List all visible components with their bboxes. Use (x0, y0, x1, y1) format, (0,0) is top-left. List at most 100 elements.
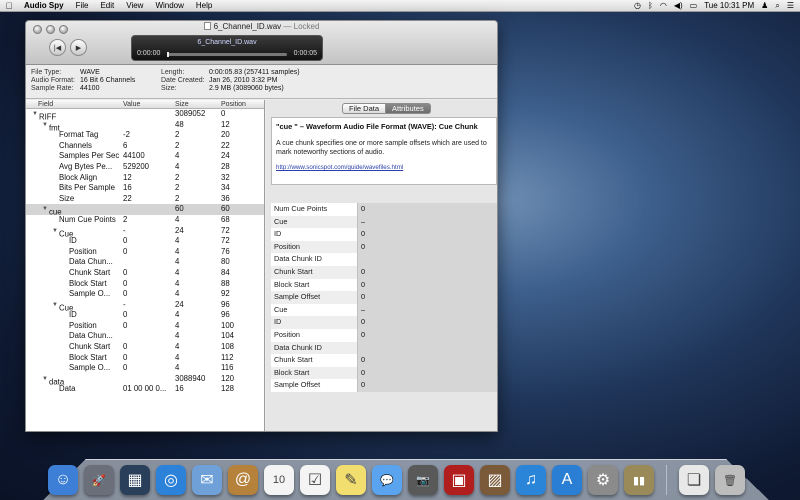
outline-row[interactable]: Data 01 00 00 0... 16 128 (26, 384, 264, 395)
playback-scrubber[interactable] (167, 52, 287, 57)
attribute-name: Position (274, 241, 300, 251)
bluetooth-icon[interactable]: ᛒ (648, 0, 653, 12)
outline-row[interactable]: Num Cue Points 2 4 68 (26, 215, 264, 226)
reminders-icon[interactable]: ☑ (300, 465, 330, 495)
row-field: Position (62, 321, 121, 332)
disclosure-triangle-icon[interactable]: ▼ (42, 204, 49, 215)
safari-icon[interactable]: ◎ (156, 465, 186, 495)
mail-icon[interactable]: ✉ (192, 465, 222, 495)
outline-row[interactable]: Position 0 4 100 (26, 321, 264, 332)
attribute-value: 0 (357, 379, 497, 392)
column-position[interactable]: Position (221, 100, 246, 109)
messages-icon[interactable]: 💬 (372, 465, 402, 495)
outline-row[interactable]: Data Chun... 4 104 (26, 331, 264, 342)
outline-row[interactable]: ID 0 4 72 (26, 236, 264, 247)
outline-row[interactable]: Position 0 4 76 (26, 247, 264, 258)
audio-spy-icon[interactable]: ▮▮ (624, 465, 654, 495)
finder-icon[interactable]: ☺ (48, 465, 78, 495)
menu-file[interactable]: File (70, 1, 95, 10)
trash-icon[interactable]: 🗑 (715, 465, 745, 495)
menu-view[interactable]: View (120, 1, 149, 10)
row-field: ID (62, 236, 121, 247)
row-field: Data Chun... (62, 257, 121, 268)
row-size: 4 (175, 363, 180, 373)
row-field: Sample O... (62, 363, 121, 374)
battery-icon[interactable]: ▭ (690, 0, 698, 12)
attribute-row: Cue – (271, 303, 497, 317)
outline-row[interactable]: ▼Cue -24 96 (26, 300, 264, 313)
documents-stack-icon[interactable]: ❏ (679, 465, 709, 495)
menu-help[interactable]: Help (190, 1, 218, 10)
outline-row[interactable]: ID 0 4 96 (26, 310, 264, 321)
user-icon[interactable]: ♟ (761, 0, 768, 12)
facetime-icon[interactable]: 📷 (408, 465, 438, 495)
row-size: 4 (175, 246, 180, 256)
notes-icon[interactable]: ✎ (336, 465, 366, 495)
row-size: 60 (175, 204, 184, 214)
menu-window[interactable]: Window (149, 1, 189, 10)
outline-row[interactable]: Channels 6 2 22 (26, 141, 264, 152)
outline-row[interactable]: Sample O... 0 4 116 (26, 363, 264, 374)
wifi-icon[interactable]: ◠ (660, 0, 667, 12)
play-button[interactable]: ▶ (70, 39, 87, 56)
spotlight-icon[interactable]: ⌕ (775, 0, 779, 12)
outline-row[interactable]: Size 22 2 36 (26, 194, 264, 205)
outline-row[interactable]: Samples Per Sec 44100 4 24 (26, 151, 264, 162)
outline-row[interactable]: Block Start 0 4 112 (26, 353, 264, 364)
disclosure-triangle-icon[interactable]: ▼ (42, 120, 49, 131)
outline-row[interactable]: Data Chun... 4 80 (26, 257, 264, 268)
row-value: 0 (123, 289, 128, 299)
rewind-button[interactable]: |◀ (49, 39, 66, 56)
disclosure-triangle-icon[interactable]: ▼ (32, 109, 39, 120)
apple-menu-icon[interactable]:  (0, 1, 18, 11)
outline-row[interactable]: Chunk Start 0 4 84 (26, 268, 264, 279)
calendar-icon[interactable]: 10 (264, 465, 294, 495)
disclosure-triangle-icon[interactable]: ▼ (42, 374, 49, 385)
system-preferences-icon[interactable]: ⚙ (588, 465, 618, 495)
outline-row[interactable]: ▼fmt 48 12 (26, 120, 264, 133)
dock-separator (666, 465, 667, 495)
outline-row[interactable]: ▼Cue -24 72 (26, 226, 264, 239)
outline-row[interactable]: Chunk Start 0 4 108 (26, 342, 264, 353)
outline-row[interactable]: Sample O... 0 4 92 (26, 289, 264, 300)
iphoto-icon[interactable]: ▨ (480, 465, 510, 495)
outline-row[interactable]: Block Start 0 4 88 (26, 279, 264, 290)
volume-icon[interactable]: ◀) (674, 0, 683, 12)
disclosure-triangle-icon[interactable]: ▼ (52, 300, 59, 311)
outline-row[interactable]: ▼cue 60 60 (26, 204, 264, 217)
notification-center-icon[interactable]: ☰ (787, 0, 794, 12)
contacts-icon[interactable]: @ (228, 465, 258, 495)
outline-row[interactable]: Bits Per Sample 16 2 34 (26, 183, 264, 194)
playhead[interactable] (167, 52, 169, 57)
row-size: 2 (175, 172, 180, 182)
photo-booth-icon[interactable]: ▣ (444, 465, 474, 495)
outline-row[interactable]: Avg Bytes Pe... 529200 4 28 (26, 162, 264, 173)
column-size[interactable]: Size (175, 100, 189, 109)
attribute-value: 0 (357, 316, 497, 329)
tab-file-data[interactable]: File Data (342, 103, 386, 114)
menu-app-name[interactable]: Audio Spy (18, 1, 70, 10)
row-size: 16 (175, 384, 184, 394)
tab-attributes[interactable]: Attributes (385, 103, 431, 114)
description-link[interactable]: http://www.sonicspot.com/guide/wavefiles… (276, 164, 492, 171)
row-value: 529200 (123, 161, 150, 171)
app-store-icon[interactable]: A (552, 465, 582, 495)
mission-control-icon[interactable]: ▦ (120, 465, 150, 495)
file-type-value: WAVE (80, 69, 100, 76)
time-machine-icon[interactable]: ◷ (634, 0, 641, 12)
row-field: Block Start (62, 279, 121, 290)
chunk-outline[interactable]: Field Value Size Position ▼RIFF 3089052 0 ▼… (26, 100, 265, 431)
menu-edit[interactable]: Edit (94, 1, 120, 10)
clock[interactable]: Tue 10:31 PM (704, 0, 754, 12)
row-value: 0 (123, 320, 128, 330)
disclosure-triangle-icon[interactable]: ▼ (52, 226, 59, 237)
launchpad-icon[interactable]: 🚀 (84, 465, 114, 495)
outline-row[interactable]: ▼data 3088940 120 (26, 373, 264, 387)
column-value[interactable]: Value (123, 100, 140, 109)
column-field[interactable]: Field (38, 100, 53, 109)
outline-row[interactable]: Block Align 12 2 32 (26, 173, 264, 184)
itunes-icon[interactable]: ♫ (516, 465, 546, 495)
outline-row[interactable]: Format Tag -2 2 20 (26, 130, 264, 141)
row-position: 120 (221, 373, 235, 383)
outline-row[interactable]: ▼RIFF 3089052 0 (26, 109, 264, 122)
